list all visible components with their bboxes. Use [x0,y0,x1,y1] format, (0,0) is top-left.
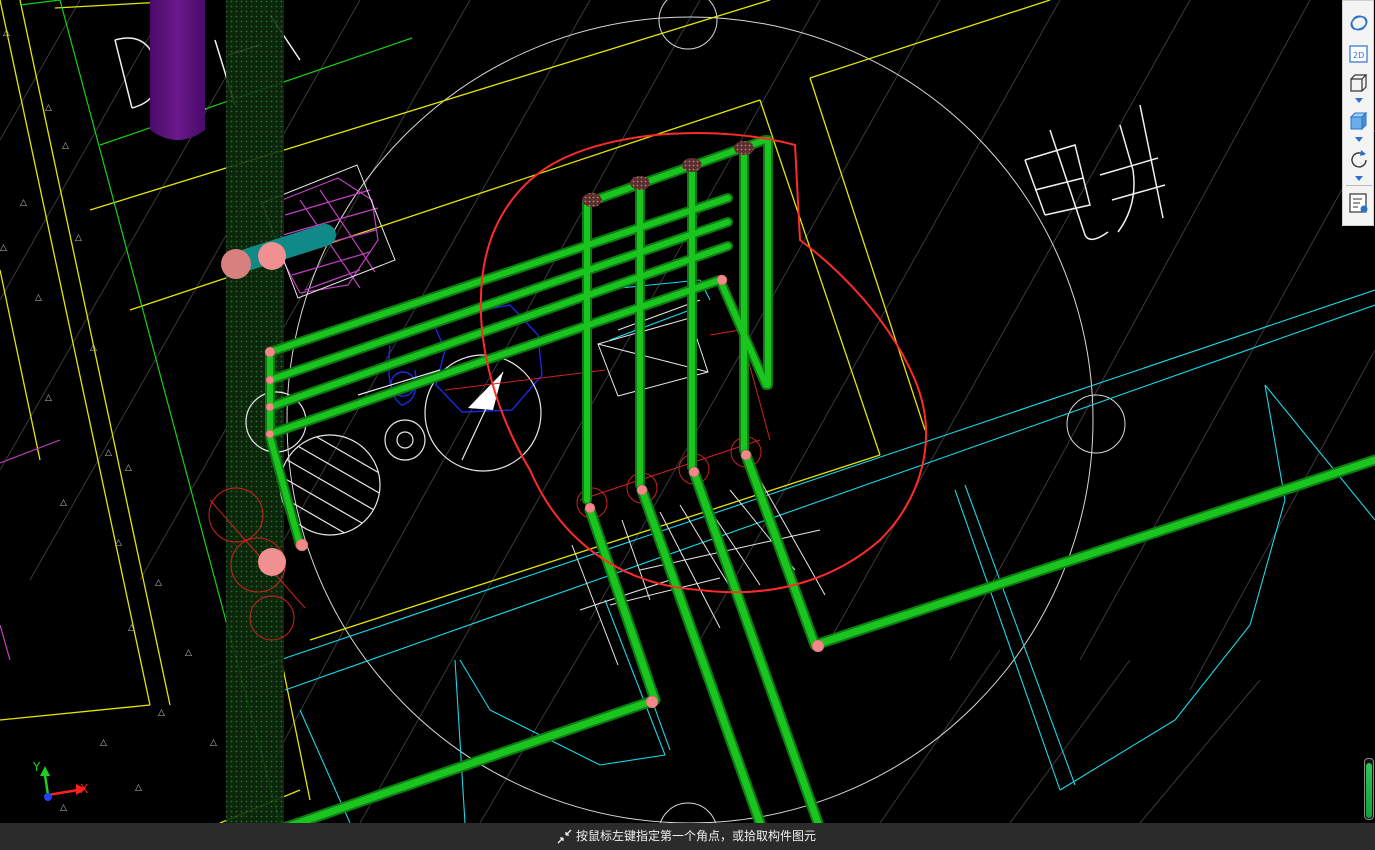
properties-button[interactable] [1347,191,1371,215]
y-axis-label: Y [32,760,41,774]
view-2d-icon: 2D [1349,45,1368,63]
toolbar-separator [1346,185,1372,186]
svg-text:△: △ [45,393,52,403]
svg-text:△: △ [0,243,7,253]
svg-text:2D: 2D [1353,51,1364,60]
green-axis-lines [19,0,413,823]
svg-text:△: △ [60,803,67,813]
svg-text:△: △ [90,343,97,353]
svg-text:△: △ [3,28,10,38]
svg-text:△: △ [45,103,52,113]
x-axis-label: X [80,782,88,796]
svg-text:△: △ [100,738,107,748]
wireframe-button[interactable] [1347,71,1371,95]
svg-text:△: △ [158,708,165,718]
svg-text:△: △ [62,141,69,151]
purple-column [150,0,205,140]
status-prompt: 按鼠标左键指定第一个角点，或拾取构件图元 [576,829,817,843]
svg-text:△: △ [210,738,217,748]
property-list-icon [1349,193,1368,213]
svg-text:△: △ [135,783,142,793]
wireframe-cube-icon [1350,74,1368,92]
north-arrow-icon [468,372,503,410]
svg-text:△: △ [185,648,192,658]
corner-pick-icon [557,829,572,844]
svg-text:△: △ [75,233,82,243]
view-toolbar: 2D [1342,0,1374,226]
svg-text:△: △ [155,578,162,588]
view-2d-button[interactable]: 2D [1347,42,1371,66]
pipe-cap [258,548,286,576]
shaded-dropdown-icon[interactable] [1354,137,1364,143]
grid-band [226,0,284,823]
shaded-cube-icon [1349,111,1368,131]
rotate-dropdown-icon[interactable] [1354,176,1364,182]
status-bar: 按鼠标左键指定第一个角点，或拾取构件图元 [0,823,1375,850]
cad-viewport[interactable]: △ △ △ △ △ △ △ △ △ △ △ △ △ △ △ △ △ △ △ △ △ [0,0,1375,850]
cyan-lines [249,279,1375,823]
svg-text:△: △ [20,198,27,208]
svg-text:△: △ [105,448,112,458]
conduit-cap [221,249,251,279]
shaded-button[interactable] [1347,109,1371,133]
rotate-icon [1351,150,1367,168]
room-label-strokes [1024,104,1166,241]
svg-text:△: △ [35,293,42,303]
svg-text:△: △ [115,538,122,548]
scroll-indicator[interactable] [1364,758,1374,820]
rotate-button[interactable] [1347,147,1371,171]
cad-drawing[interactable]: △ △ △ △ △ △ △ △ △ △ △ △ △ △ △ △ △ △ △ △ △ X Y [0,0,1375,823]
hatched-circle [279,434,381,536]
scroll-indicator-fill [1366,762,1372,818]
concrete-speckle: △ △ △ △ △ △ △ △ △ △ △ △ △ △ △ △ △ △ △ △ △ [0,28,217,813]
svg-text:△: △ [128,623,135,633]
orbit-icon [1350,15,1368,31]
ucs-axis: X Y [32,760,88,801]
svg-text:△: △ [60,498,67,508]
orbit-button[interactable] [1347,11,1371,35]
wireframe-dropdown-icon[interactable] [1354,98,1364,104]
svg-text:△: △ [125,463,132,473]
